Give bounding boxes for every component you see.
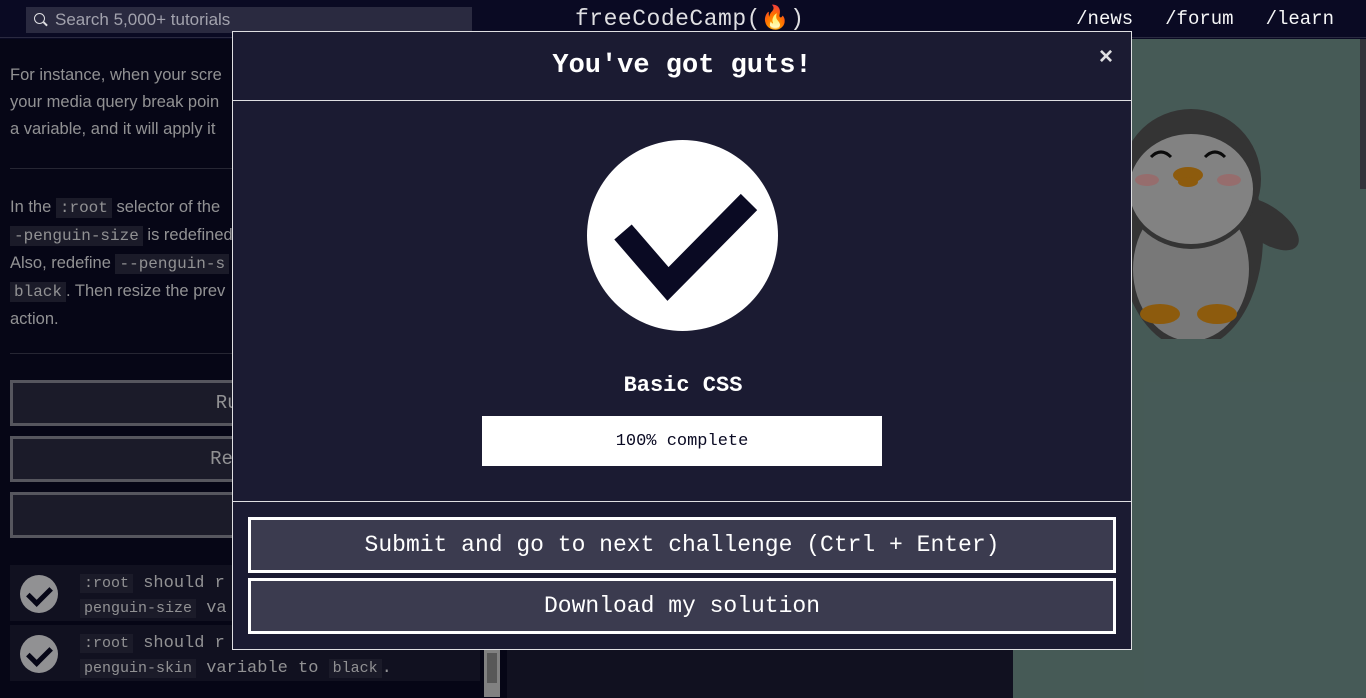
- modal-title: You've got guts!: [552, 51, 812, 81]
- nav-link-forum[interactable]: /forum: [1165, 8, 1233, 30]
- modal-body: Basic CSS 100% complete: [233, 101, 1131, 502]
- progress-text: 100% complete: [615, 431, 749, 451]
- progress-bar: 100% complete: [482, 416, 882, 466]
- modal-header: You've got guts! ×: [233, 32, 1131, 101]
- submit-next-challenge-button[interactable]: Submit and go to next challenge (Ctrl + …: [248, 517, 1116, 573]
- search-icon: [34, 13, 48, 27]
- close-icon[interactable]: ×: [1095, 45, 1117, 69]
- nav-links: /news /forum /learn: [1076, 8, 1334, 30]
- brand-logo[interactable]: freeCodeCamp(🔥): [575, 4, 804, 32]
- completion-modal: You've got guts! × Basic CSS 100% comple…: [232, 31, 1132, 650]
- search-input[interactable]: [55, 10, 455, 30]
- certification-name: Basic CSS: [623, 373, 743, 398]
- search-bar[interactable]: [26, 7, 472, 33]
- nav-link-news[interactable]: /news: [1076, 8, 1133, 30]
- nav-link-learn[interactable]: /learn: [1266, 8, 1334, 30]
- download-solution-button[interactable]: Download my solution: [248, 578, 1116, 634]
- success-check-icon: [587, 140, 778, 331]
